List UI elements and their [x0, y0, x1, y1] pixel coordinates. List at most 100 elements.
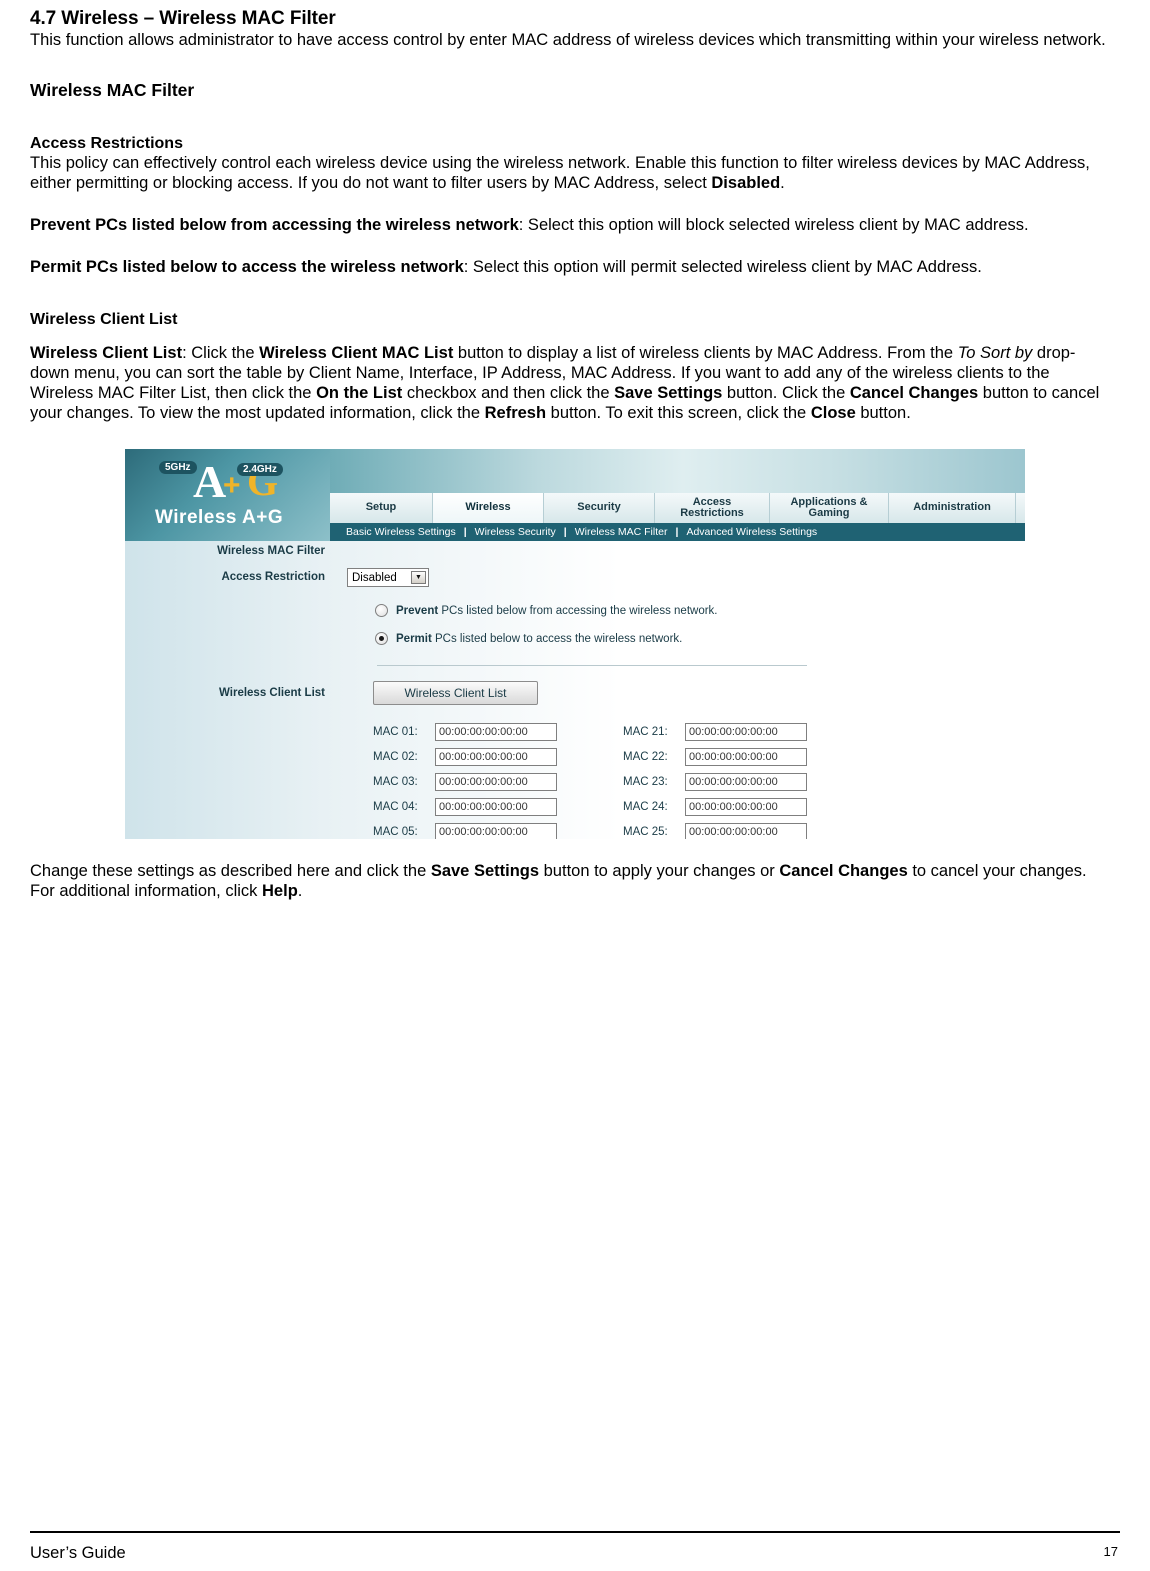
mac-01-label: MAC 01: [373, 725, 418, 738]
cl-text-8: button. [855, 404, 911, 422]
permit-paragraph: Permit PCs listed below to access the wi… [30, 257, 1103, 277]
router-subnav[interactable]: Basic Wireless Settings | Wireless Secur… [330, 523, 1025, 541]
cp-bold-3: Help [262, 882, 298, 900]
label-wireless-mac-filter: Wireless MAC Filter [217, 545, 325, 557]
label-wireless-client-list: Wireless Client List [219, 687, 325, 699]
mac-04-label: MAC 04: [373, 800, 418, 813]
router-content-area: Wireless MAC Filter Access Restriction D… [125, 541, 1025, 839]
mac-04-input[interactable]: 00:00:00:00:00:00 [435, 797, 557, 816]
chevron-down-icon[interactable]: ▼ [411, 571, 426, 584]
mac-row: MAC 25: 00:00:00:00:00:00 [623, 819, 807, 839]
ar-text-1: This policy can effectively control each… [30, 154, 1090, 192]
cl-italic-sortby: To Sort by [957, 344, 1033, 362]
mac-02-input[interactable]: 00:00:00:00:00:00 [435, 747, 557, 766]
mac-row: MAC 21: 00:00:00:00:00:00 [623, 719, 807, 744]
radio-prevent-label: Prevent PCs listed below from accessing … [396, 605, 718, 617]
badge-5ghz-icon: 5GHz [159, 461, 197, 474]
mac-22-label: MAC 22: [623, 750, 668, 763]
tab-security[interactable]: Security [544, 493, 655, 523]
radio-prevent[interactable] [375, 604, 388, 617]
cl-text-5: button. Click the [722, 384, 850, 402]
wireless-client-list-button[interactable]: Wireless Client List [373, 681, 538, 705]
access-restriction-select[interactable]: Disabled ▼ [347, 568, 429, 587]
label-access-restriction: Access Restriction [221, 571, 325, 583]
radio-permit-rest: PCs listed below to access the wireless … [431, 632, 683, 645]
tab-applications-gaming[interactable]: Applications & Gaming [770, 493, 889, 523]
prevent-rest: : Select this option will block selected… [518, 216, 1029, 234]
mac-21-label: MAC 21: [623, 725, 668, 738]
cl-bold-2: Wireless Client MAC List [259, 344, 454, 362]
mac-25-label: MAC 25: [623, 825, 668, 838]
mac-25-input[interactable]: 00:00:00:00:00:00 [685, 822, 807, 839]
intro-paragraph: This function allows administrator to ha… [30, 31, 1106, 49]
page-title: 4.7 Wireless – Wireless MAC Filter [30, 8, 336, 29]
mac-row: MAC 02: 00:00:00:00:00:00 [373, 744, 557, 769]
badge-24ghz-icon: 2.4GHz [237, 463, 283, 476]
closing-paragraph: Change these settings as described here … [30, 861, 1103, 901]
radio-permit[interactable] [375, 632, 388, 645]
document-page: 4.7 Wireless – Wireless MAC Filter This … [0, 8, 1150, 1571]
mac-01-input[interactable]: 00:00:00:00:00:00 [435, 722, 557, 741]
cl-text-1: : Click the [182, 344, 260, 362]
router-screenshot-figure: 5GHz A + G 2.4GHz Wireless A+G Setup Wir… [30, 449, 1120, 839]
prevent-paragraph: Prevent PCs listed below from accessing … [30, 215, 1103, 235]
subnav-wireless-mac-filter[interactable]: Wireless MAC Filter [567, 526, 676, 538]
cl-bold-3: On the List [316, 384, 403, 402]
tab-status[interactable]: Status [1016, 493, 1025, 523]
mac-21-input[interactable]: 00:00:00:00:00:00 [685, 722, 807, 741]
ar-text-2: . [780, 174, 785, 192]
ar-bold-disabled: Disabled [711, 174, 781, 192]
mac-row: MAC 23: 00:00:00:00:00:00 [623, 769, 807, 794]
cl-bold-4: Save Settings [614, 384, 723, 402]
mac-22-input[interactable]: 00:00:00:00:00:00 [685, 747, 807, 766]
radio-prevent-bold: Prevent [396, 604, 439, 617]
router-logo: 5GHz A + G 2.4GHz Wireless A+G [151, 457, 331, 537]
tab-setup[interactable]: Setup [330, 493, 433, 523]
logo-product-name: Wireless A+G [155, 507, 284, 528]
mac-row: MAC 03: 00:00:00:00:00:00 [373, 769, 557, 794]
permit-rest: : Select this option will permit selecte… [463, 258, 982, 276]
mac-23-label: MAC 23: [623, 775, 668, 788]
radio-prevent-rest: PCs listed below from accessing the wire… [438, 604, 718, 617]
mac-row: MAC 24: 00:00:00:00:00:00 [623, 794, 807, 819]
tab-access-restrictions[interactable]: Access Restrictions [655, 493, 770, 523]
cl-bold-1: Wireless Client List [30, 344, 183, 362]
radio-permit-row[interactable]: Permit PCs listed below to access the wi… [375, 632, 682, 645]
mac-row: MAC 22: 00:00:00:00:00:00 [623, 744, 807, 769]
mac-03-label: MAC 03: [373, 775, 418, 788]
cl-bold-5: Cancel Changes [849, 384, 979, 402]
mac-23-input[interactable]: 00:00:00:00:00:00 [685, 772, 807, 791]
subnav-advanced-wireless-settings[interactable]: Advanced Wireless Settings [678, 526, 825, 538]
cp-bold-2: Cancel Changes [779, 862, 908, 880]
subsection-heading-access-restrictions: Access Restrictions [30, 135, 183, 152]
prevent-bold: Prevent PCs listed below from accessing … [30, 216, 519, 234]
access-restriction-selected-value: Disabled [352, 571, 397, 584]
mac-column-left: MAC 01: 00:00:00:00:00:00 MAC 02: 00:00:… [373, 719, 557, 839]
cp-bold-1: Save Settings [430, 862, 540, 880]
tab-administration[interactable]: Administration [889, 493, 1016, 523]
logo-plus-icon: + [223, 469, 241, 502]
router-nav-tabs[interactable]: Setup Wireless Security Access Restricti… [330, 493, 1025, 523]
cp-text-1: Change these settings as described here … [30, 862, 431, 880]
mac-row: MAC 04: 00:00:00:00:00:00 [373, 794, 557, 819]
mac-24-input[interactable]: 00:00:00:00:00:00 [685, 797, 807, 816]
mac-05-input[interactable]: 00:00:00:00:00:00 [435, 822, 557, 839]
subsection-heading-wireless-client-list: Wireless Client List [30, 311, 178, 328]
mac-03-input[interactable]: 00:00:00:00:00:00 [435, 772, 557, 791]
subnav-basic-wireless-settings[interactable]: Basic Wireless Settings [338, 526, 464, 538]
access-restrictions-paragraph: This policy can effectively control each… [30, 153, 1118, 193]
subnav-wireless-security[interactable]: Wireless Security [467, 526, 564, 538]
content-divider [377, 665, 807, 666]
cl-text-4: checkbox and then click the [402, 384, 615, 402]
cl-text-2: button to display a list of wireless cli… [453, 344, 958, 362]
router-web-ui: 5GHz A + G 2.4GHz Wireless A+G Setup Wir… [125, 449, 1025, 839]
radio-prevent-row[interactable]: Prevent PCs listed below from accessing … [375, 604, 718, 617]
cl-bold-6: Refresh [484, 404, 547, 422]
permit-bold: Permit PCs listed below to access the wi… [30, 258, 464, 276]
tab-wireless[interactable]: Wireless [433, 493, 544, 523]
mac-05-label: MAC 05: [373, 825, 418, 838]
client-list-paragraph: Wireless Client List: Click the Wireless… [30, 343, 1103, 423]
footer-label: User’s Guide [30, 1544, 126, 1562]
logo-letter-a: A [193, 456, 227, 507]
radio-permit-label: Permit PCs listed below to access the wi… [396, 633, 682, 645]
